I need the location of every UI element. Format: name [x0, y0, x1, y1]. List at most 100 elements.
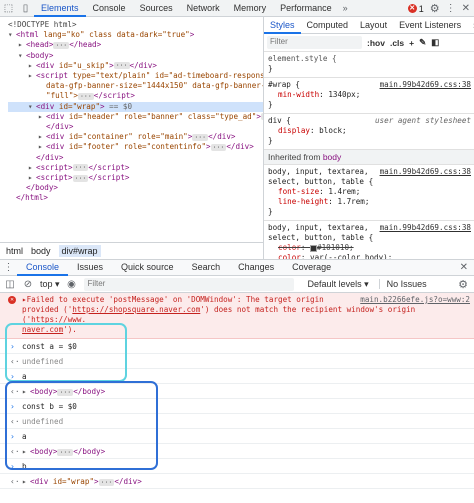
tab-layout[interactable]: Layout — [354, 17, 393, 34]
collapsed-content-badge[interactable]: ··· — [210, 143, 227, 151]
tab-event-listeners[interactable]: Event Listeners — [393, 17, 467, 34]
dom-node-line[interactable]: </div> — [8, 122, 263, 132]
dom-node-line[interactable]: ▾ <body> — [8, 51, 263, 61]
css-property[interactable]: color: #101010; — [268, 243, 471, 253]
tab-sources[interactable]: Sources — [133, 0, 180, 17]
dom-node-line[interactable]: ▸ <script> ··· </script> — [8, 173, 263, 183]
close-devtools-icon[interactable]: ✕ — [462, 3, 470, 14]
dom-node-line[interactable]: ▸ <script type="text/plain" id="ad-timebo… — [8, 71, 263, 81]
dom-node-line[interactable]: ▸ <head> ··· </head> — [8, 40, 263, 50]
css-rule[interactable]: body, input, textarea, select, button, t… — [264, 165, 474, 221]
inherited-from-link[interactable]: body — [323, 152, 341, 162]
collapsed-content-badge[interactable]: ··· — [72, 174, 89, 182]
kebab-menu-icon[interactable]: ⋮ — [446, 3, 456, 14]
settings-gear-icon[interactable]: ⚙ — [430, 2, 440, 15]
hov-toggle[interactable]: :hov — [367, 38, 385, 48]
tab-computed[interactable]: Computed — [301, 17, 355, 34]
css-property[interactable]: min-width: 1340px; — [268, 90, 471, 100]
drawer-tab-quick-source[interactable]: Quick source — [112, 259, 183, 276]
paint-icon[interactable]: ✎ — [419, 37, 426, 48]
tab-elements[interactable]: Elements — [34, 0, 86, 17]
tab-console[interactable]: Console — [86, 0, 133, 17]
css-source-link[interactable]: main.99b42d69.css:38 — [380, 223, 471, 243]
css-property[interactable]: line-height: 1.7rem; — [268, 197, 471, 207]
dom-node-line[interactable]: ▸ <div id="u_skip"> ··· </div> — [8, 61, 263, 71]
dom-node-line[interactable]: data-gfp-banner-size="1444x150" data-gfp… — [8, 81, 263, 91]
error-source-link[interactable]: main.b2266efe.js?o=www:2 — [360, 295, 470, 305]
dom-node-line[interactable]: ▸ <div id="footer" role="contentinfo"> ···… — [8, 142, 263, 152]
expand-triangle-icon[interactable]: ▸ — [28, 173, 36, 183]
css-source-link[interactable]: main.99b42d69.css:38 — [380, 167, 471, 187]
dom-node-line[interactable]: ▸ <div id="header" role="banner" class="t… — [8, 112, 263, 122]
expand-triangle-icon[interactable]: ▸ — [18, 40, 26, 50]
error-origin-link[interactable]: https://shopsquare.naver.com — [72, 305, 200, 314]
collapsed-content-badge[interactable]: ··· — [78, 92, 94, 100]
dom-node-line[interactable]: <!DOCTYPE html> — [8, 20, 263, 30]
cls-toggle[interactable]: .cls — [390, 38, 404, 48]
dom-node-line[interactable]: </div> — [8, 153, 263, 163]
context-selector[interactable]: top ▾ — [40, 279, 60, 290]
dom-node-line[interactable]: ▸ <script> ··· </script> — [8, 163, 263, 173]
collapsed-content-badge[interactable]: ··· — [72, 164, 89, 172]
color-swatch[interactable] — [310, 244, 318, 252]
expand-triangle-icon[interactable]: ▸ — [38, 132, 46, 142]
expand-triangle-icon[interactable]: ▾ — [8, 30, 16, 40]
dom-node-line[interactable]: ▾ <div id="wrap"> == $0 — [8, 101, 263, 112]
expand-triangle-icon[interactable]: ▸ — [28, 61, 36, 71]
element-style-rule[interactable]: element.style { } — [264, 52, 474, 78]
css-source-link[interactable]: main.99b42d69.css:38 — [380, 80, 471, 90]
inspect-element-icon[interactable]: ⬚ — [0, 0, 17, 17]
expand-triangle-icon[interactable]: ▸ — [38, 112, 46, 122]
dom-node-line[interactable]: </body> — [8, 183, 263, 193]
log-levels-dropdown[interactable]: Default levels ▾ — [308, 279, 369, 290]
console-filter-input[interactable]: Filter — [83, 277, 294, 291]
drawer-tab-issues[interactable]: Issues — [68, 259, 112, 276]
expand-triangle-icon[interactable]: ▸ — [28, 163, 36, 173]
tab-network[interactable]: Network — [180, 0, 227, 17]
breadcrumb-div-wrap[interactable]: div#wrap — [58, 245, 101, 257]
collapsed-content-badge[interactable]: ··· — [98, 478, 115, 486]
breadcrumb-body[interactable]: body — [31, 246, 51, 256]
expand-triangle-icon[interactable]: ▸ — [22, 474, 30, 489]
clear-console-icon[interactable]: ⊘ — [22, 279, 34, 290]
device-toolbar-icon[interactable]: ▯ — [17, 0, 34, 17]
expand-triangle-icon[interactable]: ▸ — [28, 71, 36, 81]
expand-triangle-icon[interactable]: ▾ — [18, 51, 26, 61]
css-property[interactable]: font-size: 1.4rem; — [268, 187, 471, 197]
collapsed-content-badge[interactable]: ··· — [113, 62, 130, 70]
tab-styles[interactable]: Styles — [264, 17, 301, 34]
dom-node-line[interactable]: ▾ <html lang="ko" class data-dark="true"> — [8, 30, 263, 40]
error-count-badge[interactable]: ✕ 1 — [407, 4, 424, 14]
issues-counter[interactable]: No Issues — [378, 279, 427, 289]
drawer-tab-search[interactable]: Search — [183, 259, 230, 276]
css-rule[interactable]: div {user agent stylesheet display: block… — [264, 114, 474, 150]
drawer-menu-icon[interactable]: ⋮ — [0, 262, 17, 273]
css-rule[interactable]: body, input, textarea, select, button, t… — [264, 221, 474, 259]
dom-node-line[interactable]: </html> — [8, 193, 263, 203]
dom-node-line[interactable]: "full"> ··· </script> — [8, 91, 263, 101]
close-drawer-icon[interactable]: ✕ — [460, 262, 468, 273]
tab-memory[interactable]: Memory — [227, 0, 274, 17]
more-tabs-icon[interactable]: » — [467, 17, 474, 34]
live-expression-eye-icon[interactable]: ◉ — [66, 279, 78, 290]
sidebar-toggle-icon[interactable]: ◫ — [4, 279, 16, 290]
css-rule[interactable]: #wrap {main.99b42d69.css:38 min-width: 13… — [264, 78, 474, 114]
breadcrumb-html[interactable]: html — [6, 246, 23, 256]
dom-node-line[interactable]: ▸ <div id="container" role="main"> ··· </di… — [8, 132, 263, 142]
css-property[interactable]: display: block; — [268, 126, 471, 136]
tab-performance[interactable]: Performance — [273, 0, 339, 17]
expand-triangle-icon[interactable]: ▸ — [38, 142, 46, 152]
expand-triangle-icon[interactable]: ▾ — [28, 102, 36, 112]
drawer-tab-console[interactable]: Console — [17, 259, 69, 276]
add-rule-icon[interactable]: + — [409, 38, 414, 48]
drawer-tab-changes[interactable]: Changes — [229, 259, 283, 276]
computed-sidebar-icon[interactable]: ◧ — [431, 37, 439, 48]
styles-filter-input[interactable]: Filter — [267, 36, 362, 49]
console-settings-gear-icon[interactable]: ⚙ — [458, 278, 468, 291]
more-tabs-icon[interactable]: » — [339, 3, 352, 13]
console-result-line[interactable]: ‹· ▸ <div id="wrap"> ··· </div> — [0, 474, 474, 489]
collapsed-content-badge[interactable]: ··· — [53, 41, 70, 49]
elements-dom-tree[interactable]: <!DOCTYPE html> ▾ <html lang="ko" class da… — [0, 17, 263, 242]
collapsed-content-badge[interactable]: ··· — [192, 133, 209, 141]
drawer-tab-coverage[interactable]: Coverage — [283, 259, 340, 276]
